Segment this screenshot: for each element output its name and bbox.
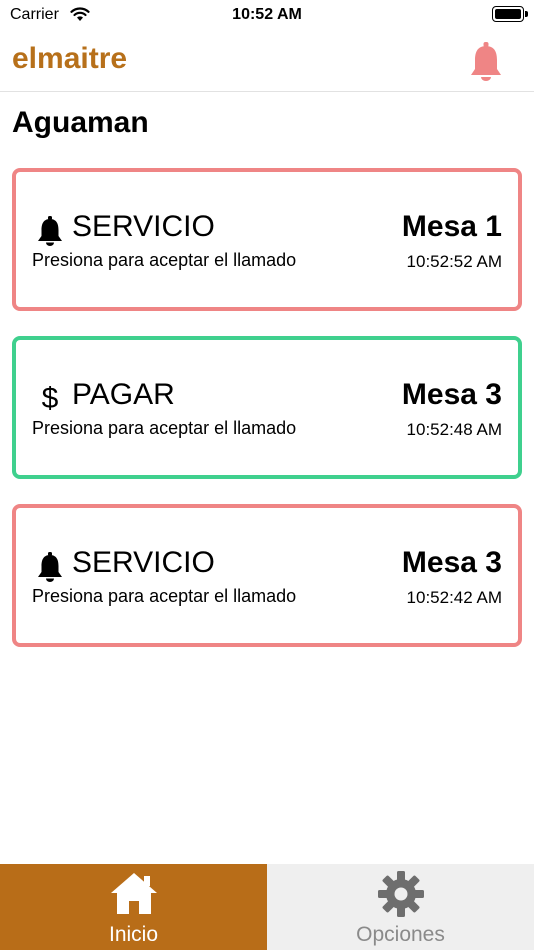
status-time: 10:52 AM	[232, 6, 302, 23]
bell-icon	[36, 552, 64, 582]
tab-bar: Inicio Opciones	[0, 864, 534, 950]
call-hint: Presiona para aceptar el llamado	[32, 250, 297, 270]
call-type: SERVICIO	[72, 210, 215, 243]
gear-icon	[377, 870, 425, 923]
table-number: Mesa 3	[401, 378, 502, 411]
call-type: PAGAR	[72, 378, 175, 411]
status-bar: Carrier 10:52 AM	[0, 0, 534, 32]
tab-inicio[interactable]: Inicio	[0, 864, 267, 950]
tab-opciones[interactable]: Opciones	[267, 864, 534, 950]
tab-label: Opciones	[356, 923, 445, 946]
battery-icon	[492, 6, 528, 22]
brand-logo: elmaitre	[12, 42, 128, 75]
call-hint: Presiona para aceptar el llamado	[32, 586, 297, 606]
nav-bar: elmaitre	[0, 32, 534, 92]
bell-icon[interactable]	[468, 42, 504, 82]
call-hint: Presiona para aceptar el llamado	[32, 418, 297, 438]
call-card[interactable]: SERVICIO Presiona para aceptar el llamad…	[12, 504, 522, 647]
home-icon	[109, 870, 159, 921]
table-number: Mesa 3	[401, 546, 502, 579]
dollar-icon: $	[41, 382, 59, 415]
table-number: Mesa 1	[401, 210, 502, 243]
call-card[interactable]: $ PAGAR Presiona para aceptar el llamado…	[12, 336, 522, 479]
call-time: 10:52:52 AM	[406, 252, 502, 271]
page-title: Aguaman	[12, 106, 149, 139]
call-type: SERVICIO	[72, 546, 215, 579]
call-card[interactable]: SERVICIO Presiona para aceptar el llamad…	[12, 168, 522, 311]
bell-icon	[36, 216, 64, 246]
call-time: 10:52:42 AM	[406, 588, 502, 607]
tab-label: Inicio	[108, 923, 159, 946]
call-time: 10:52:48 AM	[406, 420, 502, 439]
